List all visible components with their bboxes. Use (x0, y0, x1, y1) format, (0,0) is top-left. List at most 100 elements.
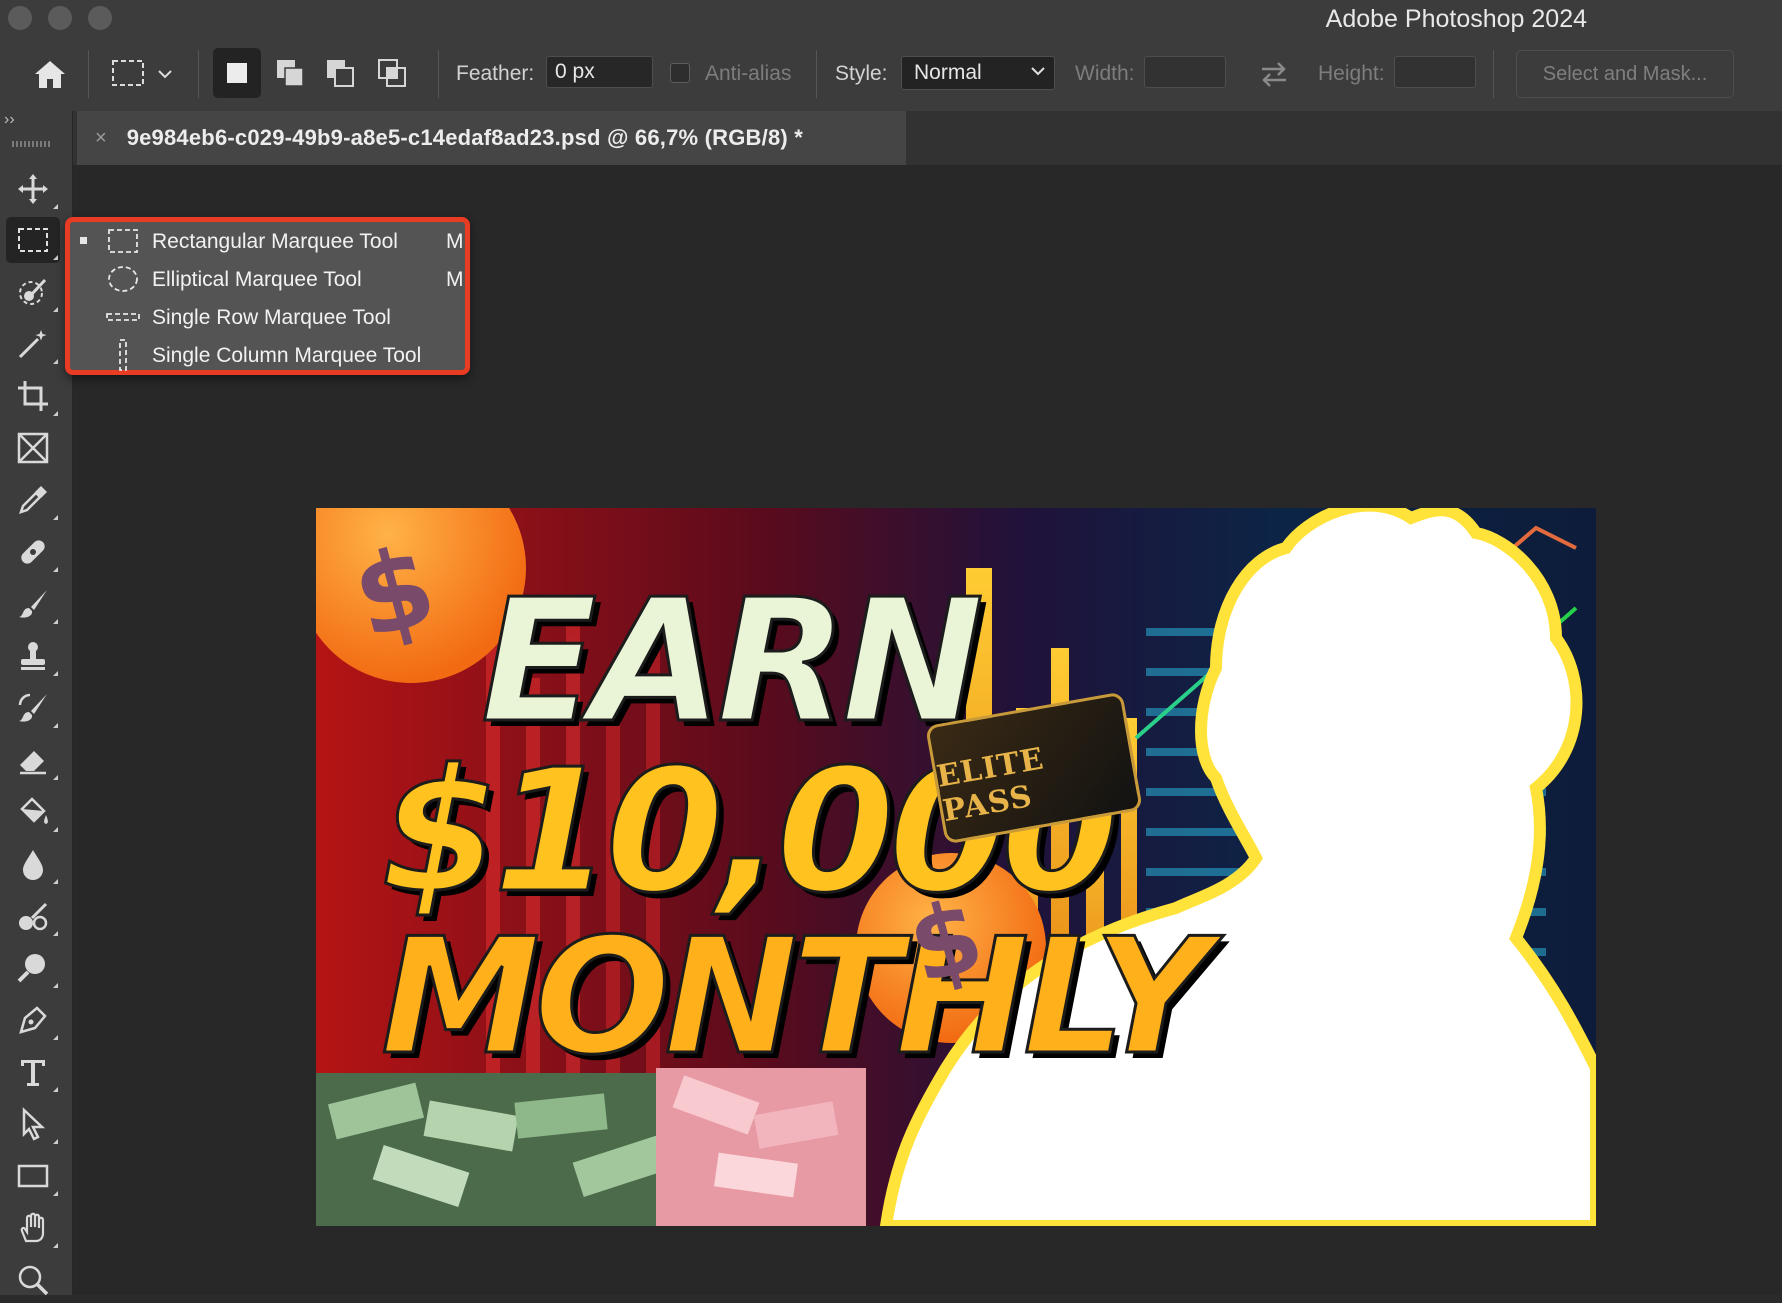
eraser-tool[interactable] (6, 737, 60, 783)
chevron-down-icon (1031, 67, 1045, 76)
crop-tool[interactable] (6, 373, 60, 419)
rectangular-marquee-icon (18, 228, 48, 252)
eyedropper-tool[interactable] (6, 477, 60, 523)
healing-brush-tool[interactable] (6, 529, 60, 575)
feather-label: Feather: (456, 62, 535, 85)
document-tab-title: 9e984eb6-c029-49b9-a8e5-c14edaf8ad23.psd… (126, 125, 803, 150)
history-brush-icon (18, 693, 47, 722)
eyedropper-icon (19, 486, 47, 514)
dodge-tool[interactable] (6, 893, 60, 939)
zoom-icon (18, 1265, 49, 1296)
frame-tool[interactable] (6, 425, 60, 471)
menu-item-single-row-marquee[interactable]: Single Row Marquee Tool (70, 298, 465, 336)
zoom-tool[interactable] (6, 1257, 60, 1303)
arrow-pointer-icon (22, 1107, 46, 1141)
panel-grip[interactable] (12, 141, 52, 147)
close-tab-icon[interactable]: × (95, 127, 107, 150)
history-brush-tool[interactable] (6, 685, 60, 731)
pen-tool[interactable] (6, 997, 60, 1043)
paint-bucket-icon (20, 797, 48, 824)
object-selection-tool[interactable] (6, 269, 60, 315)
anti-alias-checkbox[interactable] (670, 63, 690, 83)
brush-icon (19, 590, 47, 618)
magnifier-icon (17, 954, 45, 983)
minimize-window-button[interactable] (48, 6, 72, 30)
select-and-mask-button[interactable]: Select and Mask... (1516, 50, 1734, 98)
menu-item-elliptical-marquee[interactable]: Elliptical Marquee Tool M (70, 260, 465, 298)
chevron-down-icon (158, 70, 172, 79)
height-label: Height: (1318, 62, 1385, 85)
width-label: Width: (1075, 62, 1135, 85)
blur-tool[interactable] (6, 841, 60, 887)
subtract-from-selection-button[interactable] (316, 48, 364, 98)
app-title: Adobe Photoshop 2024 (1325, 5, 1587, 33)
path-selection-tool[interactable] (6, 1101, 60, 1147)
document-artwork[interactable]: EARN $10,000 MONTHLY $ $ ELITE PASS (316, 508, 1596, 1226)
rectangle-tool[interactable] (6, 1153, 60, 1199)
subtract-selection-icon (327, 60, 354, 87)
eraser-icon (20, 751, 46, 775)
ellipse-marquee-icon (106, 264, 140, 294)
zoom-magnifier-tool[interactable] (6, 945, 60, 991)
hand-icon (20, 1212, 45, 1243)
menu-item-rectangular-marquee[interactable]: Rectangular Marquee Tool M (70, 222, 465, 260)
collapse-panel-icon[interactable]: ›› (4, 111, 15, 129)
menu-item-label: Single Row Marquee Tool (152, 306, 391, 329)
home-button[interactable] (28, 50, 72, 98)
style-select-value: Normal (914, 61, 982, 84)
active-tool-indicator (80, 237, 87, 244)
document-tab-bar: × 9e984eb6-c029-49b9-a8e5-c14edaf8ad23.p… (73, 111, 1782, 165)
artwork-headline-earn: EARN (480, 562, 986, 763)
new-selection-icon (227, 63, 247, 83)
elite-pass-text: ELITE PASS (934, 741, 1047, 830)
swap-arrows-icon (1262, 62, 1286, 87)
magic-wand-icon (18, 330, 47, 359)
rectangular-marquee-icon (112, 60, 144, 86)
dodge-icon (19, 902, 48, 931)
magic-wand-tool[interactable] (6, 321, 60, 367)
brush-tool[interactable] (6, 581, 60, 627)
menu-item-shortcut: M (446, 230, 464, 253)
feather-input[interactable]: 0 px (546, 56, 653, 88)
stamp-icon (21, 642, 45, 670)
menu-item-label: Elliptical Marquee Tool (152, 268, 362, 291)
type-tool[interactable] (6, 1049, 60, 1095)
menu-item-single-column-marquee[interactable]: Single Column Marquee Tool (70, 336, 465, 374)
rectangle-icon (17, 1164, 49, 1188)
anti-alias-label: Anti-alias (705, 62, 792, 85)
type-icon (21, 1060, 45, 1086)
menu-item-label: Single Column Marquee Tool (152, 344, 422, 367)
pen-icon (19, 1006, 47, 1034)
new-selection-button[interactable] (213, 48, 261, 98)
title-bar: Adobe Photoshop 2024 (0, 0, 1782, 36)
marquee-tool-flyout-menu: Rectangular Marquee Tool M Elliptical Ma… (65, 217, 470, 375)
intersect-selection-button[interactable] (368, 48, 416, 98)
single-column-icon (106, 339, 140, 371)
zoom-window-button[interactable] (88, 6, 112, 30)
move-tool[interactable] (6, 166, 60, 212)
menu-item-shortcut: M (446, 268, 464, 291)
paint-bucket-tool[interactable] (6, 789, 60, 835)
hand-tool[interactable] (6, 1205, 60, 1251)
marquee-tool[interactable] (6, 217, 60, 263)
clone-stamp-tool[interactable] (6, 633, 60, 679)
droplet-icon (23, 850, 43, 880)
artwork-headline-monthly: MONTHLY (379, 902, 1211, 1092)
document-tab[interactable]: × 9e984eb6-c029-49b9-a8e5-c14edaf8ad23.p… (77, 111, 906, 165)
menu-item-label: Rectangular Marquee Tool (152, 230, 398, 253)
home-icon (35, 61, 65, 88)
bandage-icon (21, 540, 45, 564)
width-input[interactable] (1144, 56, 1226, 88)
object-selection-icon (19, 278, 47, 305)
crop-icon (18, 381, 48, 411)
single-row-icon (106, 302, 140, 332)
style-select[interactable]: Normal (901, 56, 1055, 90)
swap-width-height-button[interactable] (1254, 56, 1294, 92)
rect-marquee-icon (106, 226, 140, 256)
intersect-selection-icon (378, 59, 406, 87)
close-window-button[interactable] (8, 6, 32, 30)
options-bar: Feather: 0 px Anti-alias Style: Normal W… (0, 36, 1782, 112)
height-input[interactable] (1394, 56, 1476, 88)
tool-preset-picker[interactable] (110, 52, 174, 96)
add-to-selection-button[interactable] (266, 48, 314, 98)
